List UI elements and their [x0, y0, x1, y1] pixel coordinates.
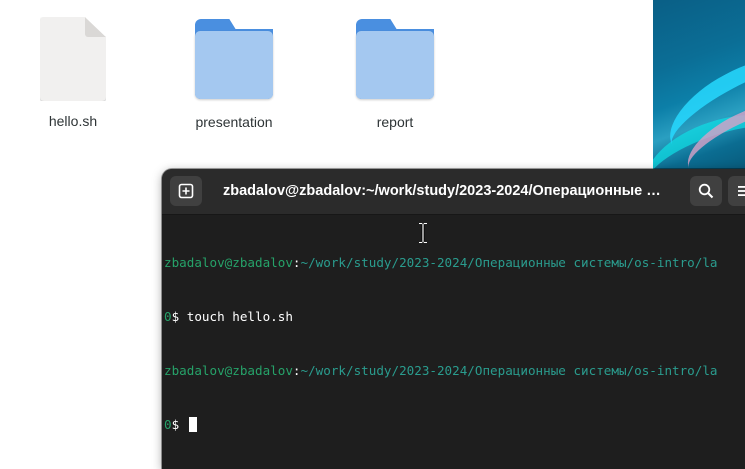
new-tab-button[interactable]: [170, 176, 202, 206]
prompt-path: ~/work/study/2023-2024/Операционные сист…: [300, 363, 718, 378]
prompt-user: zbadalov@zbadalov: [164, 255, 293, 270]
text-cursor: [188, 417, 197, 432]
search-button[interactable]: [690, 176, 722, 206]
folder-presentation[interactable]: presentation: [179, 19, 289, 130]
prompt-symbol: $: [171, 309, 187, 324]
prompt-exit-code: 0: [164, 417, 172, 432]
prompt-separator: :: [292, 255, 301, 270]
terminal-output[interactable]: zbadalov@zbadalov:~/work/study/2023-2024…: [162, 215, 745, 469]
ibeam-cursor-icon: [419, 222, 427, 244]
terminal-title: zbadalov@zbadalov:~/work/study/2023-2024…: [223, 183, 661, 199]
file-hello-sh[interactable]: hello.sh: [18, 17, 128, 129]
folder-icon: [194, 19, 274, 101]
folder-label: report: [376, 114, 414, 130]
hamburger-menu-icon: [738, 186, 745, 196]
terminal-window[interactable]: zbadalov@zbadalov:~/work/study/2023-2024…: [162, 169, 745, 469]
prompt-separator: :: [292, 363, 301, 378]
prompt-line: zbadalov@zbadalov:~/work/study/2023-2024…: [164, 254, 745, 272]
prompt-symbol: $: [171, 417, 187, 432]
new-tab-icon: [178, 183, 194, 199]
folder-icon: [355, 19, 435, 101]
menu-button[interactable]: [728, 176, 745, 206]
prompt-line: zbadalov@zbadalov:~/work/study/2023-2024…: [164, 362, 745, 380]
command-line[interactable]: 0$: [164, 416, 745, 434]
file-label: hello.sh: [48, 113, 98, 129]
desktop-wallpaper: [653, 0, 745, 170]
search-icon: [698, 183, 714, 199]
folder-label: presentation: [195, 114, 273, 130]
text-file-icon: [40, 17, 106, 101]
terminal-titlebar[interactable]: zbadalov@zbadalov:~/work/study/2023-2024…: [162, 169, 745, 215]
folder-report[interactable]: report: [340, 19, 450, 130]
prompt-path: ~/work/study/2023-2024/Операционные сист…: [300, 255, 718, 270]
prompt-user: zbadalov@zbadalov: [164, 363, 293, 378]
command-line: 0$ touch hello.sh: [164, 308, 745, 326]
command-text: touch hello.sh: [186, 309, 293, 324]
prompt-exit-code: 0: [164, 309, 172, 324]
